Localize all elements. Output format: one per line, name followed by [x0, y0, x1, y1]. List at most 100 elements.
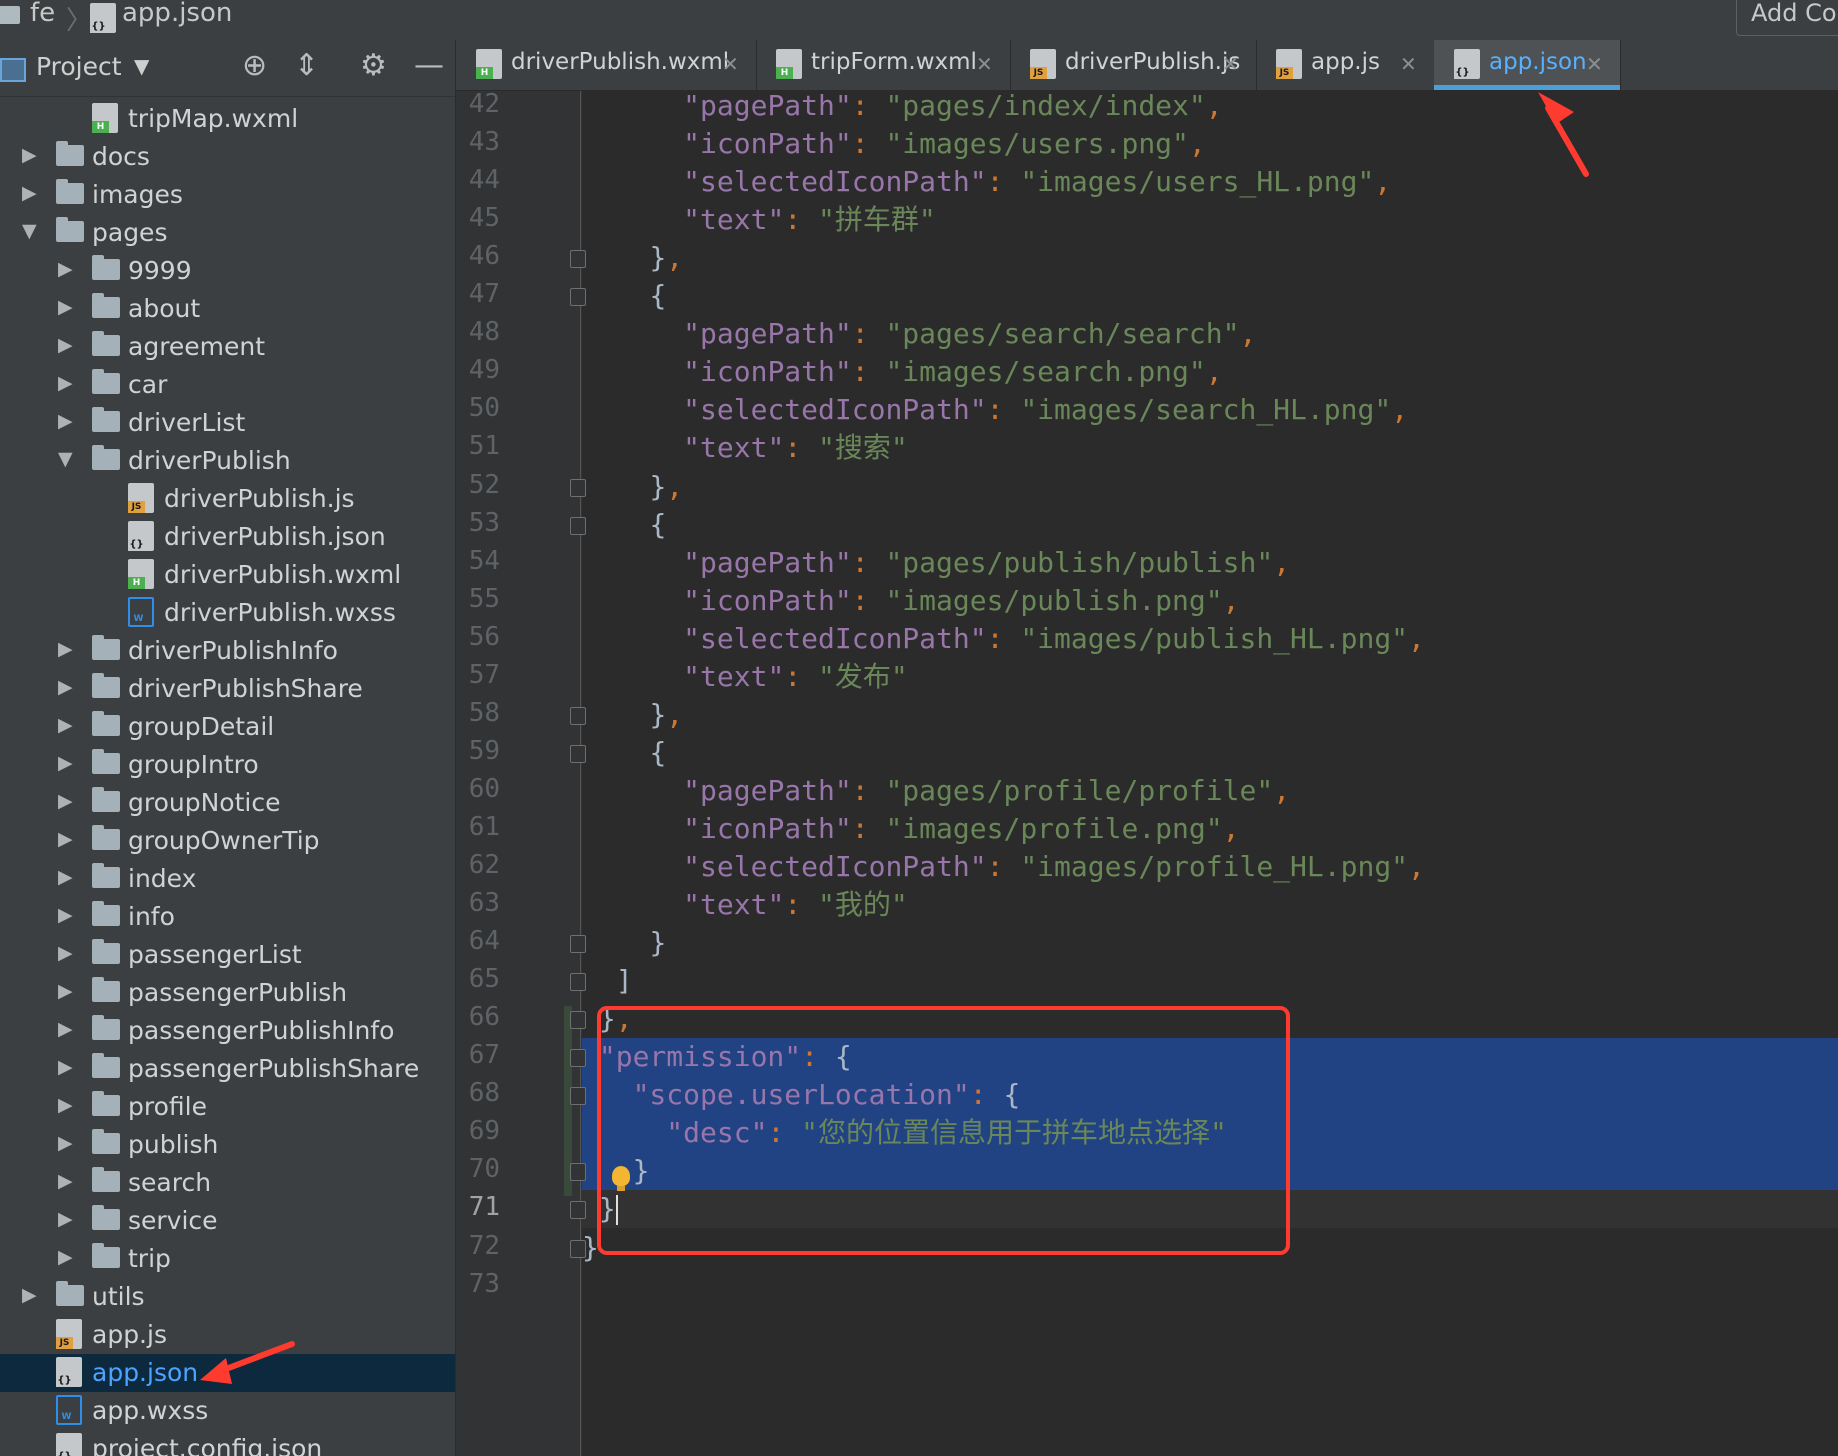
tree-item[interactable]: ▶ agreement [0, 328, 455, 366]
code-editor[interactable]: 42 43 44 45 46 47 48 49 50 51 52 53 54 55 56 57 58 59 60 61… [456, 91, 1838, 1456]
tree-item[interactable]: ▶ groupNotice [0, 784, 455, 822]
tree-item[interactable]: ▶ publish [0, 1126, 455, 1164]
code-line[interactable]: "text": "搜索" [582, 429, 1838, 467]
chevron-right-icon[interactable]: ▶ [58, 410, 73, 432]
tree-item[interactable]: {} project.config.json [0, 1430, 455, 1456]
chevron-right-icon[interactable]: ▶ [58, 676, 73, 698]
chevron-right-icon[interactable]: ▶ [22, 144, 37, 166]
chevron-right-icon[interactable]: ▶ [58, 866, 73, 888]
close-icon[interactable]: ✕ [976, 52, 993, 76]
code-line[interactable]: } [582, 1190, 1838, 1229]
chevron-right-icon[interactable]: ▶ [58, 714, 73, 736]
chevron-right-icon[interactable]: ▶ [58, 752, 73, 774]
tree-item[interactable]: ▶ groupDetail [0, 708, 455, 746]
chevron-right-icon[interactable]: ▶ [58, 980, 73, 1002]
tree-item[interactable]: ▶ driverList [0, 404, 455, 442]
fold-marker-icon[interactable] [570, 744, 586, 763]
code-line[interactable]: } [582, 1152, 1838, 1191]
code-line[interactable]: "selectedIconPath": "images/profile_HL.p… [582, 848, 1838, 886]
breadcrumb-root[interactable]: fe [30, 0, 55, 28]
tree-item[interactable]: ▶ driverPublishInfo [0, 632, 455, 670]
chevron-right-icon[interactable]: ▶ [58, 942, 73, 964]
code-line[interactable]: "text": "拼车群" [582, 201, 1838, 239]
chevron-right-icon[interactable]: ▶ [58, 1170, 73, 1192]
close-icon[interactable]: ✕ [722, 52, 739, 76]
breadcrumb-file[interactable]: app.json [122, 0, 232, 28]
fold-marker-icon[interactable] [570, 1201, 586, 1220]
code-line[interactable]: } [582, 924, 1838, 962]
tree-item[interactable]: ▶ images [0, 176, 455, 214]
chevron-right-icon[interactable]: ▶ [58, 296, 73, 318]
tree-item[interactable]: ▶ groupOwnerTip [0, 822, 455, 860]
editor-tab[interactable]: JS driverPublish.js ✕ [1010, 40, 1257, 90]
editor-tab[interactable]: {} app.json ✕ [1434, 40, 1621, 90]
code-line[interactable]: } [582, 1229, 1838, 1267]
chevron-right-icon[interactable]: ▶ [58, 828, 73, 850]
chevron-right-icon[interactable]: ▶ [58, 258, 73, 280]
fold-marker-icon[interactable] [570, 1163, 586, 1182]
tree-item[interactable]: ▶ utils [0, 1278, 455, 1316]
tree-item[interactable]: {} app.json [0, 1354, 455, 1392]
chevron-right-icon[interactable]: ▶ [58, 334, 73, 356]
fold-marker-icon[interactable] [570, 706, 586, 725]
editor-tab[interactable]: HdriverPublish.wxml ✕ [456, 40, 757, 90]
fold-marker-icon[interactable] [570, 516, 586, 535]
tree-item[interactable]: JS app.js [0, 1316, 455, 1354]
chevron-down-icon[interactable]: ▼ [58, 448, 73, 470]
chevron-right-icon[interactable]: ▶ [58, 1056, 73, 1078]
code-line[interactable]: "selectedIconPath": "images/users_HL.png… [582, 163, 1838, 201]
chevron-right-icon[interactable]: ▶ [22, 1284, 37, 1306]
close-icon[interactable]: ✕ [1586, 52, 1603, 76]
code-line[interactable]: "iconPath": "images/publish.png", [582, 582, 1838, 620]
chevron-right-icon[interactable]: ▶ [58, 904, 73, 926]
code-line[interactable]: "permission": { [582, 1038, 1838, 1077]
chevron-right-icon[interactable]: ▶ [58, 1094, 73, 1116]
code-line[interactable]: }, [582, 468, 1838, 506]
fold-marker-icon[interactable] [570, 1087, 586, 1106]
code-line[interactable]: "pagePath": "pages/profile/profile", [582, 772, 1838, 810]
chevron-right-icon[interactable]: ▶ [58, 372, 73, 394]
code-line[interactable]: { [582, 506, 1838, 544]
code-line[interactable]: "desc": "您的位置信息用于拼车地点选择" [582, 1114, 1838, 1153]
code-line[interactable]: "pagePath": "pages/publish/publish", [582, 544, 1838, 582]
chevron-down-icon[interactable]: ▼ [134, 54, 149, 78]
tree-item[interactable]: ▶ about [0, 290, 455, 328]
code-line[interactable]: { [582, 734, 1838, 772]
code-line[interactable] [582, 1267, 1838, 1305]
chevron-right-icon[interactable]: ▶ [58, 1018, 73, 1040]
tree-item[interactable]: JS driverPublish.js [0, 480, 455, 518]
chevron-down-icon[interactable]: ▼ [22, 220, 37, 242]
tree-item[interactable]: WdriverPublish.wxss [0, 594, 455, 632]
editor-tab[interactable]: HtripForm.wxml ✕ [756, 40, 1011, 90]
tree-item[interactable]: ▶ trip [0, 1240, 455, 1278]
tree-item[interactable]: ▶ passengerPublishShare [0, 1050, 455, 1088]
code-line[interactable]: "pagePath": "pages/search/search", [582, 315, 1838, 353]
tree-item[interactable]: ▼ driverPublish [0, 442, 455, 480]
chevron-right-icon[interactable]: ▶ [58, 1208, 73, 1230]
tree-item[interactable]: HtripMap.wxml [0, 100, 455, 138]
tree-item[interactable]: ▶ info [0, 898, 455, 936]
tree-item[interactable]: Wapp.wxss [0, 1392, 455, 1430]
code-line[interactable]: }, [582, 239, 1838, 277]
code-line[interactable]: "iconPath": "images/users.png", [582, 125, 1838, 163]
editor-tab[interactable]: JS app.js ✕ [1256, 40, 1435, 90]
project-panel-title[interactable]: Project [36, 52, 122, 81]
fold-marker-icon[interactable] [570, 1049, 586, 1068]
tree-item[interactable]: {} driverPublish.json [0, 518, 455, 556]
code-line[interactable]: ] [582, 962, 1838, 1000]
code-line[interactable]: { [582, 277, 1838, 315]
close-icon[interactable]: ✕ [1222, 52, 1239, 76]
close-icon[interactable]: ✕ [1400, 52, 1417, 76]
gear-icon[interactable]: ⚙ [360, 48, 387, 83]
code-line[interactable]: "iconPath": "images/profile.png", [582, 810, 1838, 848]
fold-marker-icon[interactable] [570, 1011, 586, 1030]
code-line[interactable]: "text": "发布" [582, 658, 1838, 696]
tree-item[interactable]: ▶ passengerList [0, 936, 455, 974]
tree-item[interactable]: ▼ pages [0, 214, 455, 252]
fold-marker-icon[interactable] [570, 288, 586, 307]
tree-item[interactable]: ▶ passengerPublishInfo [0, 1012, 455, 1050]
code-line[interactable]: "scope.userLocation": { [582, 1076, 1838, 1115]
code-line[interactable]: "pagePath": "pages/index/index", [582, 91, 1838, 125]
code-line[interactable]: }, [582, 696, 1838, 734]
tree-item[interactable]: ▶ docs [0, 138, 455, 176]
